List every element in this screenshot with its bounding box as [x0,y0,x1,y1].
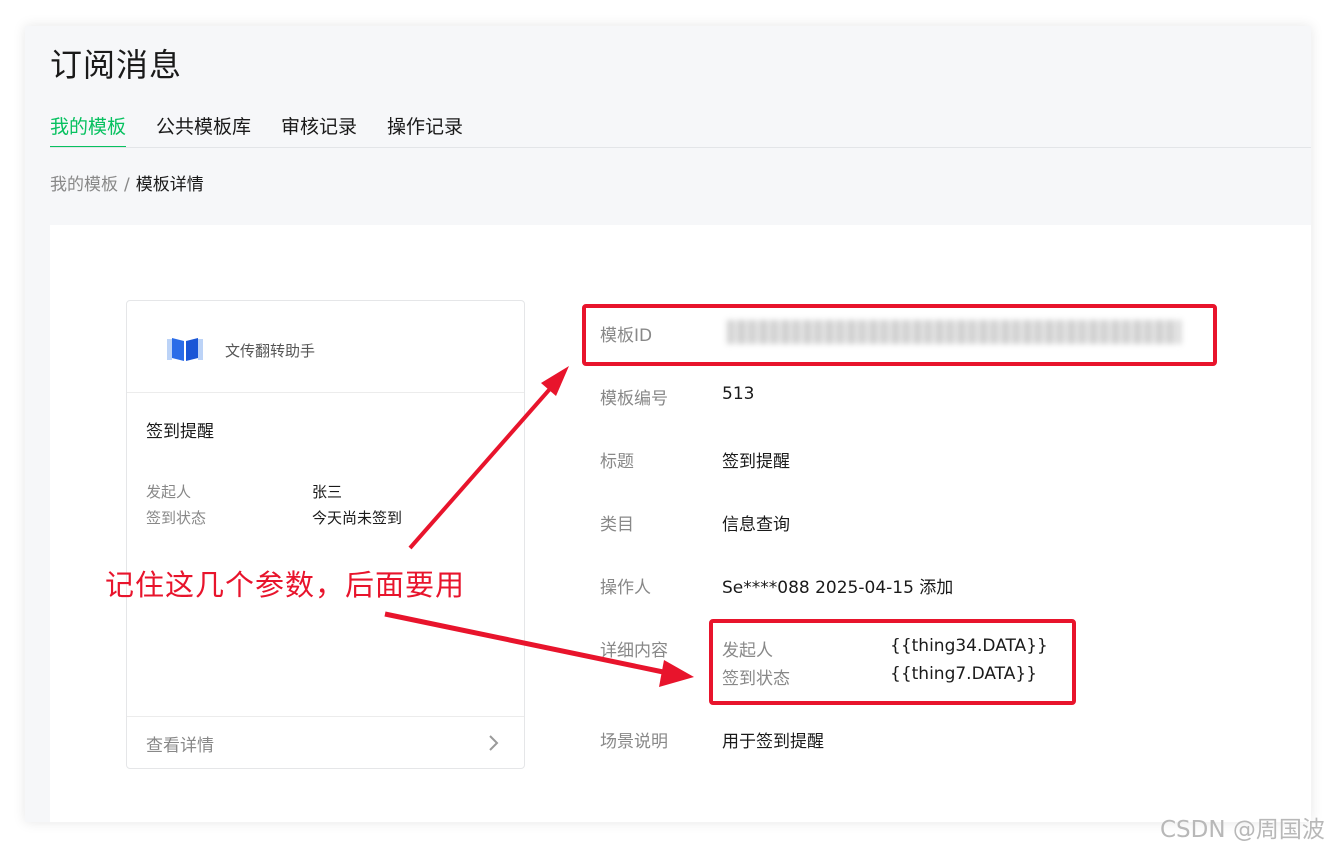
app-window: 订阅消息 我的模板 公共模板库 审核记录 操作记录 我的模板 / 模板详情 文传翻转… [25,26,1311,822]
annotation-text: 记住这几个参数，后面要用 [105,568,466,602]
field-key: 发起人 [146,483,192,501]
book-logo-icon [167,338,203,361]
tab-my-templates[interactable]: 我的模板 [50,112,127,148]
app-name: 文传翻转助手 [225,342,316,360]
scene-value: 用于签到提醒 [722,732,824,752]
card-field-status: 签到状态 今天尚未签到 [146,507,402,528]
page-title: 订阅消息 [50,46,183,84]
field-value: 今天尚未签到 [312,509,403,527]
content-highlight-box [709,619,1076,705]
breadcrumb: 我的模板 / 模板详情 [50,170,204,195]
card-header: 文传翻转助手 [127,301,524,393]
title-label: 标题 [600,452,634,472]
message-preview-card: 文传翻转助手 签到提醒 发起人 张三 签到状态 今天尚未签到 查看详情 [126,300,525,769]
tab-public-library[interactable]: 公共模板库 [156,112,251,148]
field-value: 张三 [312,483,343,501]
operator-label: 操作人 [600,578,651,598]
chevron-right-icon [489,735,499,751]
view-details-link[interactable]: 查看详情 [127,716,524,768]
view-details-label: 查看详情 [146,736,214,756]
breadcrumb-separator: / [124,175,130,195]
content-label: 详细内容 [600,641,668,661]
tab-operation-records[interactable]: 操作记录 [387,112,463,148]
breadcrumb-current: 模板详情 [135,175,204,195]
title-value: 签到提醒 [722,452,790,472]
tab-divider [50,147,1311,148]
tab-review-records[interactable]: 审核记录 [281,112,357,148]
template-id-highlight-box [582,304,1217,366]
field-key: 签到状态 [146,509,207,527]
scene-label: 场景说明 [600,732,668,752]
csdn-watermark: CSDN @周国波 [1160,817,1325,843]
card-field-initiator: 发起人 张三 [146,481,342,502]
category-value: 信息查询 [722,515,790,535]
template-no-label: 模板编号 [600,389,668,409]
template-no-value: 513 [722,384,755,404]
operator-value: Se****088 2025-04-15 添加 [722,578,954,598]
tab-bar: 我的模板 公共模板库 审核记录 操作记录 [50,112,463,148]
category-label: 类目 [600,515,634,535]
breadcrumb-parent-link[interactable]: 我的模板 [50,175,118,195]
card-title: 签到提醒 [146,422,214,442]
